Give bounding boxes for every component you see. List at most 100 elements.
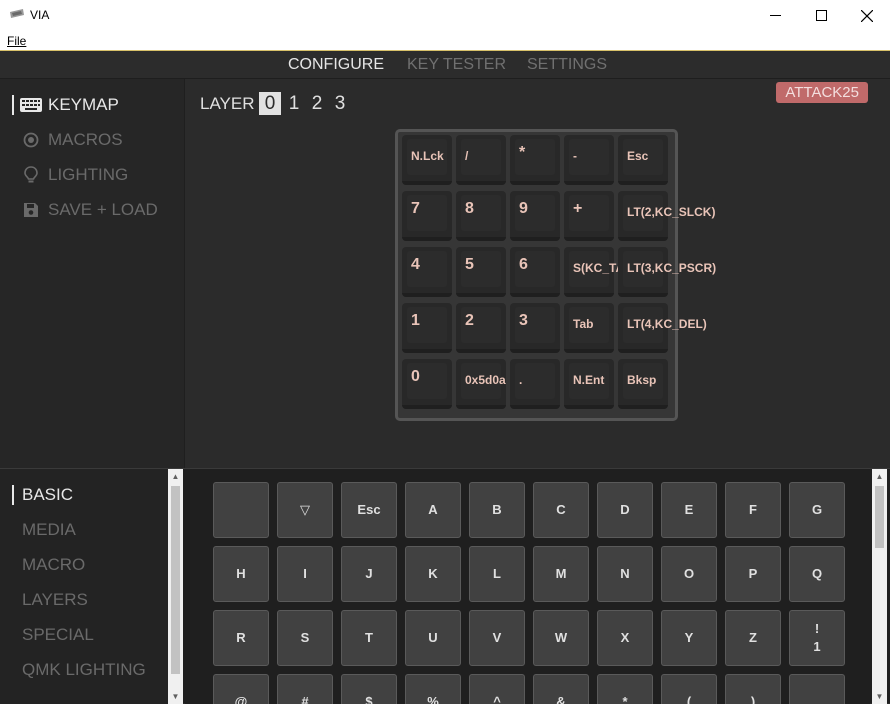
menu-file[interactable]: File: [7, 34, 26, 48]
keycode-button[interactable]: ^: [469, 674, 525, 704]
keycode-button[interactable]: U: [405, 610, 461, 666]
keymap-key[interactable]: 7: [402, 191, 452, 241]
keymap-key[interactable]: Esc: [618, 135, 668, 185]
keycode-button[interactable]: *: [597, 674, 653, 704]
layer-label: LAYER: [200, 94, 255, 113]
keycode-button[interactable]: D: [597, 482, 653, 538]
keycode-button[interactable]: Y: [661, 610, 717, 666]
keycode-button[interactable]: R: [213, 610, 269, 666]
tab-configure[interactable]: CONFIGURE: [288, 56, 384, 74]
category-media[interactable]: MEDIA: [12, 517, 76, 543]
keymap-key[interactable]: 9: [510, 191, 560, 241]
category-scrollbar[interactable]: ▲ ▼: [168, 469, 183, 704]
keymap-key[interactable]: +: [564, 191, 614, 241]
close-icon: [861, 9, 873, 22]
category-basic[interactable]: BASIC: [12, 482, 73, 508]
keycode-button[interactable]: C: [533, 482, 589, 538]
keycode-button[interactable]: S: [277, 610, 333, 666]
keymap-key[interactable]: LT(2,KC_SLCK): [618, 191, 715, 241]
keymap-key[interactable]: S(KC_TAB): [564, 247, 637, 297]
sidebar-item-keymap[interactable]: KEYMAP: [12, 92, 119, 118]
keycode-scrollbar[interactable]: ▲ ▼: [872, 469, 887, 704]
tab-settings[interactable]: SETTINGS: [527, 56, 607, 74]
keycode-button[interactable]: G: [789, 482, 845, 538]
keycode-button[interactable]: &: [533, 674, 589, 704]
keymap-key[interactable]: LT(4,KC_DEL): [618, 303, 707, 353]
keymap-key[interactable]: *: [510, 135, 560, 185]
keycode-button[interactable]: E: [661, 482, 717, 538]
keymap-key[interactable]: -: [564, 135, 614, 185]
keycode-button[interactable]: Q: [789, 546, 845, 602]
keymap-key[interactable]: 0: [402, 359, 452, 409]
keymap-key[interactable]: /: [456, 135, 506, 185]
keycode-button[interactable]: A: [405, 482, 461, 538]
keymap-key[interactable]: .: [510, 359, 560, 409]
scroll-up-icon[interactable]: ▲: [168, 469, 183, 484]
record-icon: [20, 131, 42, 149]
keymap-key[interactable]: 6: [510, 247, 560, 297]
keymap-key[interactable]: 8: [456, 191, 506, 241]
keymap-key[interactable]: Tab: [564, 303, 614, 353]
category-qmk-lighting[interactable]: QMK LIGHTING: [12, 657, 146, 683]
keymap-key[interactable]: N.Lck: [402, 135, 452, 185]
keycode-button[interactable]: _: [789, 674, 845, 704]
scroll-up-icon[interactable]: ▲: [872, 469, 887, 484]
keymap-key[interactable]: N.Ent: [564, 359, 614, 409]
keycode-button[interactable]: ! 1: [789, 610, 845, 666]
keymap-key[interactable]: LT(3,KC_PSCR): [618, 247, 716, 297]
keymap-key[interactable]: Bksp: [618, 359, 668, 409]
keycode-button[interactable]: J: [341, 546, 397, 602]
close-button[interactable]: [844, 0, 890, 31]
keycode-button[interactable]: Z: [725, 610, 781, 666]
keycode-button[interactable]: I: [277, 546, 333, 602]
scroll-thumb[interactable]: [171, 486, 180, 674]
layer-button-3[interactable]: 3: [329, 92, 351, 115]
keycode-button[interactable]: [213, 482, 269, 538]
keycode-button[interactable]: L: [469, 546, 525, 602]
key-label: 5: [465, 256, 474, 273]
keycode-button[interactable]: Esc: [341, 482, 397, 538]
keycode-button[interactable]: N: [597, 546, 653, 602]
keymap-key[interactable]: 0x5d0a: [456, 359, 506, 409]
keymap-key[interactable]: 3: [510, 303, 560, 353]
keycode-button[interactable]: %: [405, 674, 461, 704]
keycode-button[interactable]: B: [469, 482, 525, 538]
keycode-button[interactable]: @: [213, 674, 269, 704]
scroll-down-icon[interactable]: ▼: [872, 689, 887, 704]
minimize-button[interactable]: [752, 0, 798, 31]
layer-button-1[interactable]: 1: [283, 92, 305, 115]
scroll-down-icon[interactable]: ▼: [168, 689, 183, 704]
keycode-button[interactable]: ): [725, 674, 781, 704]
layer-button-0[interactable]: 0: [259, 92, 281, 115]
keymap-key[interactable]: 2: [456, 303, 506, 353]
category-layers[interactable]: LAYERS: [12, 587, 88, 613]
keycode-button[interactable]: F: [725, 482, 781, 538]
maximize-button[interactable]: [798, 0, 844, 31]
keycode-button[interactable]: H: [213, 546, 269, 602]
keycode-button[interactable]: T: [341, 610, 397, 666]
indicator-spacer: [12, 200, 14, 220]
keycode-button[interactable]: W: [533, 610, 589, 666]
keycode-button[interactable]: ▽: [277, 482, 333, 538]
category-special[interactable]: SPECIAL: [12, 622, 94, 648]
keymap-key[interactable]: 4: [402, 247, 452, 297]
keycode-button[interactable]: #: [277, 674, 333, 704]
sidebar-item-save-load[interactable]: SAVE + LOAD: [12, 197, 158, 223]
sidebar-item-macros[interactable]: MACROS: [12, 127, 123, 153]
keycode-button[interactable]: K: [405, 546, 461, 602]
layer-button-2[interactable]: 2: [306, 92, 328, 115]
category-macro[interactable]: MACRO: [12, 552, 85, 578]
keycode-button[interactable]: (: [661, 674, 717, 704]
keycode-button[interactable]: X: [597, 610, 653, 666]
sidebar-item-lighting[interactable]: LIGHTING: [12, 162, 128, 188]
keycode-button[interactable]: M: [533, 546, 589, 602]
keymap-key[interactable]: 5: [456, 247, 506, 297]
app-body: CONFIGURE KEY TESTER SETTINGS KEYMAP MAC…: [0, 51, 890, 704]
keymap-key[interactable]: 1: [402, 303, 452, 353]
scroll-thumb[interactable]: [875, 486, 884, 548]
tab-key-tester[interactable]: KEY TESTER: [407, 56, 506, 74]
keycode-button[interactable]: O: [661, 546, 717, 602]
keycode-button[interactable]: V: [469, 610, 525, 666]
keycode-button[interactable]: P: [725, 546, 781, 602]
keycode-button[interactable]: $: [341, 674, 397, 704]
